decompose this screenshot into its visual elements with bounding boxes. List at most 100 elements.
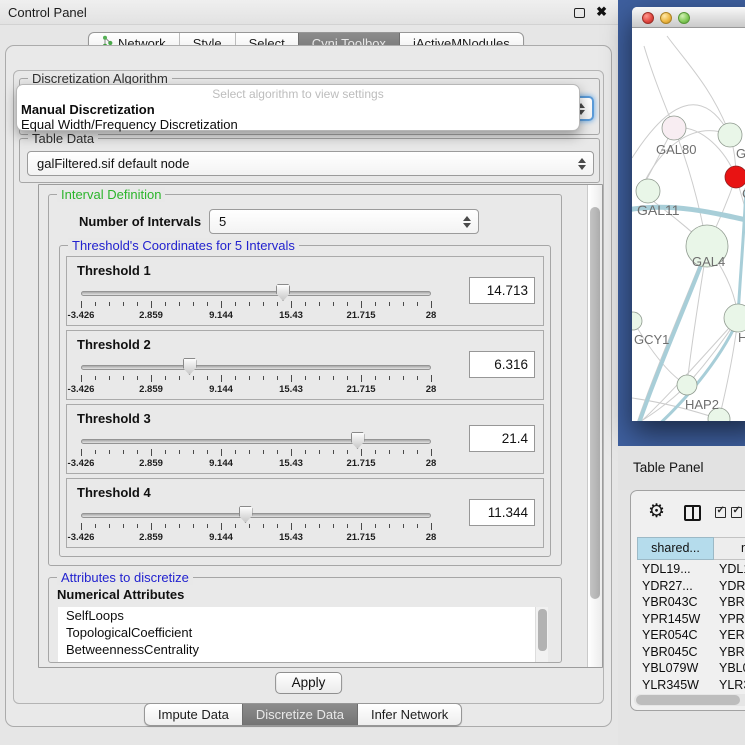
tick-label: 9.144	[209, 532, 233, 543]
list-item[interactable]: SelfLoops	[58, 607, 548, 624]
table-row[interactable]: YBL079WYBL0	[631, 661, 745, 678]
network-node-pink[interactable]	[662, 116, 686, 140]
number-of-intervals-combobox[interactable]: 5	[209, 209, 479, 234]
group-title: Interval Definition	[57, 187, 165, 202]
app-root: Control Panel ✖ NetworkStyleSelectCyni T…	[0, 0, 745, 745]
slider-track[interactable]	[81, 291, 431, 296]
checkbox-icon[interactable]	[715, 507, 726, 518]
tick-label: 28	[426, 458, 437, 469]
apply-button[interactable]: Apply	[275, 672, 343, 694]
columns-icon[interactable]	[684, 505, 701, 521]
threshold-value-field[interactable]: 14.713	[469, 277, 535, 304]
network-node-green[interactable]	[718, 123, 742, 147]
threshold-value-field[interactable]: 11.344	[469, 499, 535, 526]
scrollbar-thumb[interactable]	[590, 207, 600, 599]
network-node-green[interactable]	[677, 375, 697, 395]
numerical-attributes-list[interactable]: SelfLoopsTopologicalCoefficientBetweenne…	[58, 607, 548, 662]
network-view-window: GAL80GCGAL11GAL4GCY1HHAP2	[632, 7, 745, 421]
list-item[interactable]: TopologicalCoefficient	[58, 624, 548, 641]
tick-label: 9.144	[209, 458, 233, 469]
gear-icon[interactable]: ⚙	[648, 500, 665, 523]
tab-infer-network[interactable]: Infer Network	[357, 704, 461, 725]
tick-mark	[403, 376, 404, 380]
tick-label: 21.715	[346, 310, 375, 321]
table-row[interactable]: YLR345WYLR3	[631, 678, 745, 695]
threshold-panel: Threshold 1-3.4262.8599.14415.4321.71528…	[66, 256, 544, 326]
slider-track[interactable]	[81, 439, 431, 444]
slider-track[interactable]	[81, 513, 431, 518]
network-node-green[interactable]	[636, 179, 660, 203]
slider-thumb[interactable]	[183, 358, 197, 375]
table-data-combobox[interactable]: galFiltered.sif default node	[27, 151, 594, 176]
scrollbar-thumb[interactable]	[538, 609, 547, 651]
tick-label: 21.715	[346, 384, 375, 395]
tick-mark	[277, 450, 278, 454]
zoom-traffic-light-icon[interactable]	[678, 12, 690, 24]
slider-thumb[interactable]	[239, 506, 253, 523]
tick-mark	[109, 524, 110, 528]
float-window-icon[interactable]	[574, 8, 585, 18]
table-row[interactable]: YDR27...YDR2	[631, 579, 745, 596]
dropdown-option-equal-width-frequency[interactable]: Equal Width/Frequency Discretization	[17, 117, 579, 132]
node-label-gal11: GAL11	[637, 202, 680, 218]
table-row[interactable]: YBR043CYBR0	[631, 595, 745, 612]
tick-mark	[403, 302, 404, 306]
tab-impute-data[interactable]: Impute Data	[145, 704, 242, 725]
table-row[interactable]: YPR145WYPR1	[631, 612, 745, 629]
tab-discretize-data[interactable]: Discretize Data	[242, 704, 357, 725]
threshold-panel: Threshold 3-3.4262.8599.14415.4321.71528…	[66, 404, 544, 474]
column-header-shared[interactable]: shared...	[637, 537, 714, 560]
algorithm-dropdown-popup: Select algorithm to view settings Manual…	[16, 84, 580, 131]
column-header-name[interactable]: n	[714, 537, 745, 560]
close-icon[interactable]: ✖	[596, 4, 607, 20]
threshold-slider[interactable]: -3.4262.8599.14415.4321.71528	[81, 284, 431, 324]
minimize-traffic-light-icon[interactable]	[660, 12, 672, 24]
table-row[interactable]: YER054CYER0	[631, 628, 745, 645]
tick-mark	[305, 450, 306, 454]
slider-thumb[interactable]	[351, 432, 365, 449]
slider-tick-labels: -3.4262.8599.14415.4321.71528	[81, 532, 431, 543]
tick-mark	[193, 376, 194, 380]
list-item[interactable]: BetweennessCentrality	[58, 641, 548, 658]
tick-label: 2.859	[139, 384, 163, 395]
threshold-value-field[interactable]: 6.316	[469, 351, 535, 378]
threshold-value-field[interactable]: 21.4	[469, 425, 535, 452]
tick-mark	[263, 376, 264, 380]
tick-mark	[277, 376, 278, 380]
network-node-green[interactable]	[632, 312, 642, 330]
tick-mark	[389, 450, 390, 454]
table-row[interactable]: YDL19...YDL1	[631, 562, 745, 579]
slider-thumb[interactable]	[276, 284, 290, 301]
slider-track[interactable]	[81, 365, 431, 370]
checkbox-icon[interactable]	[731, 507, 742, 518]
interval-definition-group: Interval Definition Number of Intervals …	[48, 194, 562, 566]
close-traffic-light-icon[interactable]	[642, 12, 654, 24]
vertical-scrollbar[interactable]	[587, 185, 602, 667]
tick-mark	[81, 301, 82, 308]
group-title: Table Data	[28, 131, 98, 146]
network-node-red[interactable]	[725, 166, 745, 188]
network-canvas[interactable]: GAL80GCGAL11GAL4GCY1HHAP2	[632, 28, 745, 421]
table-row[interactable]: YBR045CYBR0	[631, 645, 745, 662]
threshold-slider[interactable]: -3.4262.8599.14415.4321.71528	[81, 358, 431, 398]
tick-mark	[137, 450, 138, 454]
threshold-slider[interactable]: -3.4262.8599.14415.4321.71528	[81, 506, 431, 546]
tick-mark	[179, 450, 180, 454]
tick-label: 15.43	[279, 532, 303, 543]
settings-scrollpane: Interval Definition Number of Intervals …	[38, 184, 603, 668]
tick-mark	[249, 302, 250, 306]
dropdown-option-manual-discretization[interactable]: Manual Discretization	[17, 102, 579, 117]
threshold-label: Threshold 1	[77, 263, 151, 278]
tick-label: 15.43	[279, 310, 303, 321]
scrollbar-thumb[interactable]	[636, 695, 740, 705]
tick-mark	[235, 524, 236, 528]
network-node-green[interactable]	[724, 304, 745, 332]
threshold-slider[interactable]: -3.4262.8599.14415.4321.71528	[81, 432, 431, 472]
tick-mark	[95, 376, 96, 380]
list-scrollbar[interactable]	[535, 607, 548, 662]
tick-mark	[277, 302, 278, 306]
horizontal-scrollbar[interactable]	[634, 694, 745, 706]
tick-label: -3.426	[68, 310, 95, 321]
tick-mark	[417, 376, 418, 380]
tick-mark	[291, 523, 292, 530]
